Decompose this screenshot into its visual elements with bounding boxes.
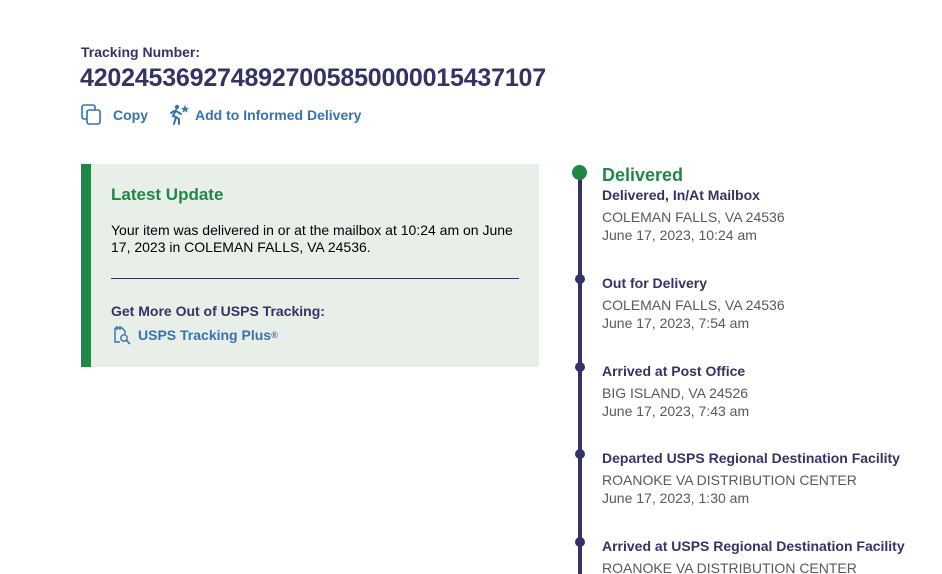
copy-button[interactable]: Copy	[80, 103, 148, 127]
timeline-dot-current	[572, 165, 587, 180]
event-time: June 17, 2023, 7:43 am	[602, 403, 750, 419]
timeline-dot	[575, 449, 585, 459]
latest-update-text: Your item was delivered in or at the mai…	[111, 222, 513, 255]
tracking-actions: Copy Add to Informed Delivery	[80, 103, 361, 127]
divider	[111, 278, 519, 279]
event-location: ROANOKE VA DISTRIBUTION CENTER	[602, 560, 857, 574]
event-location: BIG ISLAND, VA 24526	[602, 385, 749, 401]
event-title: Out for Delivery	[602, 275, 708, 291]
event-title: Arrived at USPS Regional Destination Fac…	[602, 538, 905, 554]
add-to-informed-delivery-link[interactable]: Add to Informed Delivery	[168, 103, 361, 127]
latest-update-title: Latest Update	[111, 185, 224, 204]
tracking-number-label: Tracking Number:	[81, 44, 201, 60]
usps-tracking-plus-link[interactable]: USPS Tracking Plus ®	[111, 325, 278, 345]
get-more-title: Get More Out of USPS Tracking:	[111, 303, 325, 319]
copy-icon	[81, 104, 101, 125]
latest-update-panel: Latest Update Your item was delivered in…	[81, 164, 539, 367]
timeline-dot	[575, 274, 585, 284]
event-location: COLEMAN FALLS, VA 24536	[602, 209, 785, 225]
event-location: ROANOKE VA DISTRIBUTION CENTER	[602, 472, 857, 488]
event-time: June 17, 2023, 7:54 am	[602, 315, 750, 331]
tracking-plus-icon	[114, 326, 131, 345]
timeline-dot	[575, 537, 585, 547]
event-time: June 17, 2023, 10:24 am	[602, 227, 757, 243]
informed-delivery-icon	[170, 104, 189, 125]
timeline-line	[578, 174, 582, 574]
event-time: June 17, 2023, 1:30 am	[602, 490, 750, 506]
tracking-number: 4202453692748927005850000015437107	[80, 64, 546, 92]
event-title: Departed USPS Regional Destination Facil…	[602, 450, 900, 466]
registered-mark: ®	[271, 330, 278, 340]
tracking-page: Tracking Number: 42024536927489270058500…	[0, 0, 942, 574]
event-title: Delivered, In/At Mailbox	[602, 187, 760, 203]
event-title: Arrived at Post Office	[602, 363, 746, 379]
copy-label: Copy	[113, 107, 148, 123]
event-location: COLEMAN FALLS, VA 24536	[602, 297, 785, 313]
informed-delivery-label: Add to Informed Delivery	[195, 107, 362, 123]
timeline-dot	[575, 362, 585, 372]
delivery-status: Delivered	[602, 165, 684, 185]
tracking-plus-label: USPS Tracking Plus	[138, 327, 272, 343]
